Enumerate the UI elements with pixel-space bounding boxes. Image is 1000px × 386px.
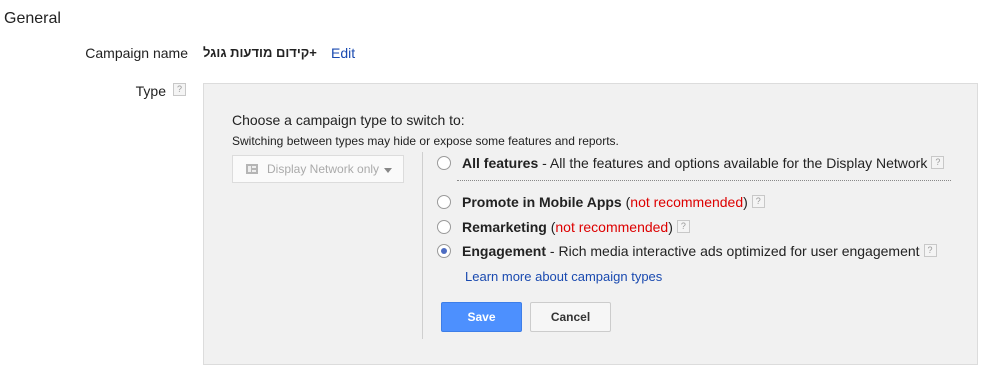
panel-heading: Choose a campaign type to switch to: <box>232 112 465 128</box>
learn-more-link[interactable]: Learn more about campaign types <box>465 269 662 284</box>
help-icon[interactable]: ? <box>751 195 765 208</box>
option-promote-mobile-apps-title: Promote in Mobile Apps <box>462 194 622 210</box>
option-promote-mobile-apps-text: Promote in Mobile Apps (not recommended)… <box>462 194 765 210</box>
option-remarketing-text: Remarketing (not recommended)? <box>462 219 690 235</box>
option-separator: - <box>538 155 550 171</box>
display-network-icon <box>246 164 258 174</box>
save-button[interactable]: Save <box>441 302 522 332</box>
cancel-button[interactable]: Cancel <box>530 302 611 332</box>
panel-subheading: Switching between types may hide or expo… <box>232 134 619 148</box>
section-title: General <box>4 10 61 27</box>
option-engagement-title: Engagement <box>462 243 547 259</box>
campaign-name-value: +קידום מודעות גוגל <box>203 45 317 60</box>
option-paren-open: ( <box>621 194 631 210</box>
option-remarketing-title: Remarketing <box>462 219 547 235</box>
option-all-features-description: All the features and options available f… <box>549 155 928 171</box>
not-recommended-warning: not recommended <box>555 219 669 235</box>
type-help-icon[interactable]: ? <box>173 83 186 96</box>
option-separator: - <box>546 243 559 259</box>
option-all-features-text: All features - All the features and opti… <box>462 155 945 171</box>
radio-remarketing[interactable] <box>437 220 451 234</box>
help-icon[interactable]: ? <box>676 220 690 233</box>
option-engagement-text: Engagement - Rich media interactive ads … <box>462 243 937 259</box>
help-icon[interactable]: ? <box>931 156 945 169</box>
campaign-type-panel: Choose a campaign type to switch to: Swi… <box>203 83 978 365</box>
radio-promote-mobile-apps[interactable] <box>437 195 451 209</box>
edit-campaign-name-link[interactable]: Edit <box>331 45 355 61</box>
options-dotted-divider <box>457 180 951 181</box>
help-icon[interactable]: ? <box>923 244 937 257</box>
radio-all-features[interactable] <box>437 156 451 170</box>
type-label: Type <box>135 83 166 99</box>
campaign-name-label: Campaign name <box>85 45 188 61</box>
option-paren-close: ) <box>743 194 748 210</box>
vertical-divider <box>422 152 423 339</box>
network-select-dropdown[interactable]: Display Network only <box>232 155 404 183</box>
not-recommended-warning: not recommended <box>630 194 744 210</box>
option-engagement-description: Rich media interactive ads optimized for… <box>558 243 920 259</box>
option-all-features-title: All features <box>462 155 539 171</box>
chevron-down-icon <box>384 168 392 173</box>
option-paren-close: ) <box>668 219 673 235</box>
network-select-value: Display Network only <box>267 162 380 176</box>
radio-engagement[interactable] <box>437 244 451 258</box>
